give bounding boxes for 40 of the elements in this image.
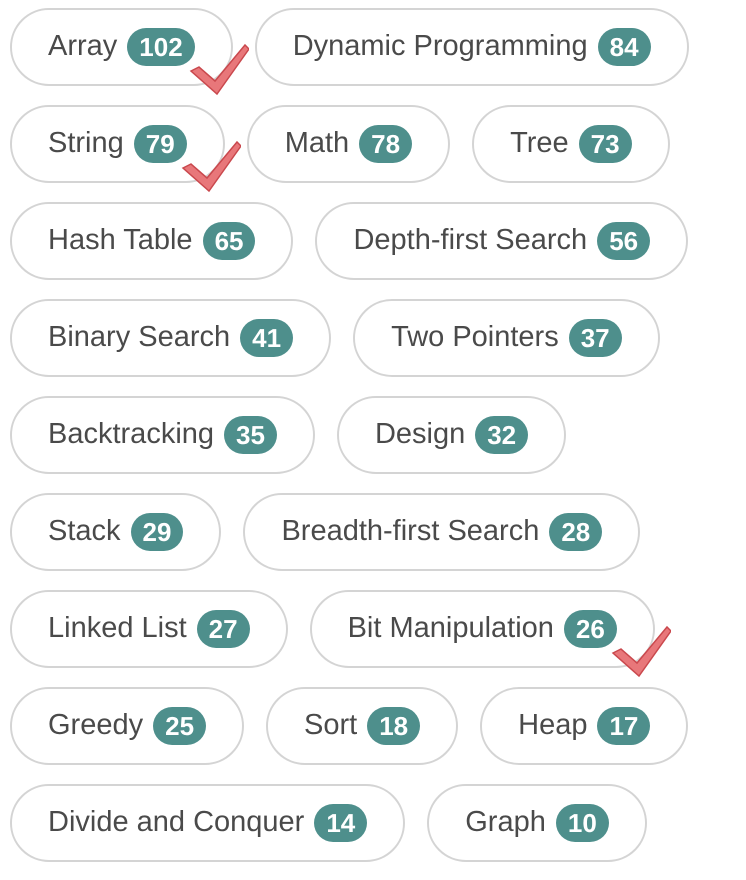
count-badge: 37: [568, 319, 622, 357]
tag-chip[interactable]: Binary Search 41: [10, 299, 332, 377]
tag-chip[interactable]: Stack 29: [10, 493, 222, 571]
count-badge: 14: [314, 804, 368, 842]
tag-chip[interactable]: Linked List 27: [10, 590, 288, 668]
tag-chip[interactable]: Sort 18: [266, 687, 458, 765]
count-badge: 56: [597, 222, 650, 260]
count-badge: 73: [578, 125, 632, 163]
count-badge: 79: [134, 125, 187, 163]
tag-chip[interactable]: Graph 10: [427, 784, 647, 862]
tag-chip[interactable]: Bit Manipulation 26: [310, 590, 655, 668]
count-badge: 27: [196, 610, 250, 648]
count-badge: 17: [597, 707, 650, 745]
count-badge: 10: [556, 804, 609, 842]
tag-chip[interactable]: Tree 73: [472, 105, 670, 183]
tag-chip[interactable]: Two Pointers 37: [353, 299, 660, 377]
count-badge: 26: [564, 610, 617, 648]
count-badge: 35: [224, 416, 277, 454]
tag-chip[interactable]: Dynamic Programming 84: [254, 8, 689, 86]
count-badge: 28: [549, 513, 602, 551]
tag-chip[interactable]: Greedy 25: [10, 687, 244, 765]
tag-chip[interactable]: Design 32: [336, 396, 566, 474]
count-badge: 18: [367, 707, 420, 745]
count-badge: 78: [359, 125, 412, 163]
count-badge: 32: [475, 416, 528, 454]
tag-chip[interactable]: String 79: [10, 105, 225, 183]
tag-chip[interactable]: Array 102: [10, 8, 233, 86]
count-badge: 65: [202, 222, 256, 260]
tag-chip[interactable]: Heap 17: [480, 687, 688, 765]
count-badge: 25: [153, 707, 206, 745]
count-badge: 102: [127, 28, 195, 66]
count-badge: 41: [240, 319, 294, 357]
tag-chip[interactable]: Divide and Conquer 14: [10, 784, 406, 862]
tag-chip[interactable]: Math 78: [246, 105, 450, 183]
tag-chip[interactable]: Backtracking 35: [10, 396, 315, 474]
count-badge: 84: [598, 28, 651, 66]
count-badge: 29: [130, 513, 184, 551]
tag-chip[interactable]: Hash Table 65: [10, 202, 294, 280]
tag-chip[interactable]: Breadth-first Search 28: [243, 493, 640, 571]
tag-chip[interactable]: Depth-first Search 56: [315, 202, 688, 280]
